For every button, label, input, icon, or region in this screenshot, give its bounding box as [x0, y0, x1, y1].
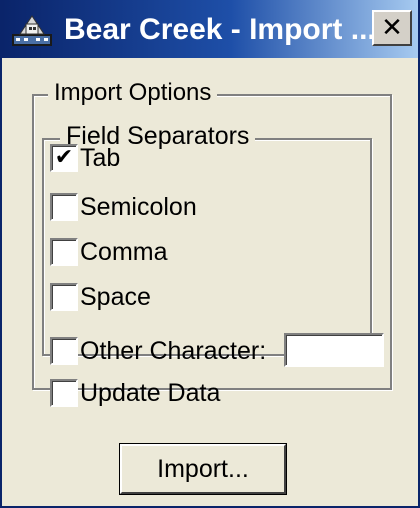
comma-label: Comma: [80, 238, 168, 266]
other-character-checkbox[interactable]: [50, 337, 78, 365]
space-checkbox[interactable]: [50, 283, 78, 311]
window-title: Bear Creek - Import ...: [64, 13, 376, 46]
import-options-legend: Import Options: [48, 79, 218, 107]
close-icon: ✕: [381, 13, 403, 43]
comma-checkbox[interactable]: [50, 238, 78, 266]
other-character-checkbox-row[interactable]: Other Character:: [50, 334, 266, 368]
update-data-label: Update Data: [80, 379, 221, 407]
other-character-input[interactable]: [284, 333, 384, 367]
bear-creek-app-icon: [12, 15, 52, 46]
import-button[interactable]: Import...: [120, 444, 286, 494]
update-data-checkbox-row[interactable]: Update Data: [50, 376, 220, 410]
close-button[interactable]: ✕: [372, 10, 412, 46]
comma-checkbox-row[interactable]: Comma: [50, 235, 168, 269]
tab-checkbox-row[interactable]: ✔ Tab: [50, 141, 120, 175]
tab-label: Tab: [80, 144, 121, 172]
space-checkbox-row[interactable]: Space: [50, 280, 151, 314]
semicolon-label: Semicolon: [80, 193, 197, 221]
import-dialog: Bear Creek - Import ... ✕ Import Options…: [0, 0, 420, 508]
space-label: Space: [80, 283, 151, 311]
semicolon-checkbox-row[interactable]: Semicolon: [50, 190, 197, 224]
title-bar[interactable]: Bear Creek - Import ... ✕: [2, 0, 418, 58]
other-character-label: Other Character:: [80, 337, 267, 365]
checkmark-icon: ✔: [54, 145, 74, 170]
update-data-checkbox[interactable]: [50, 379, 78, 407]
semicolon-checkbox[interactable]: [50, 193, 78, 221]
tab-checkbox[interactable]: ✔: [50, 144, 78, 172]
